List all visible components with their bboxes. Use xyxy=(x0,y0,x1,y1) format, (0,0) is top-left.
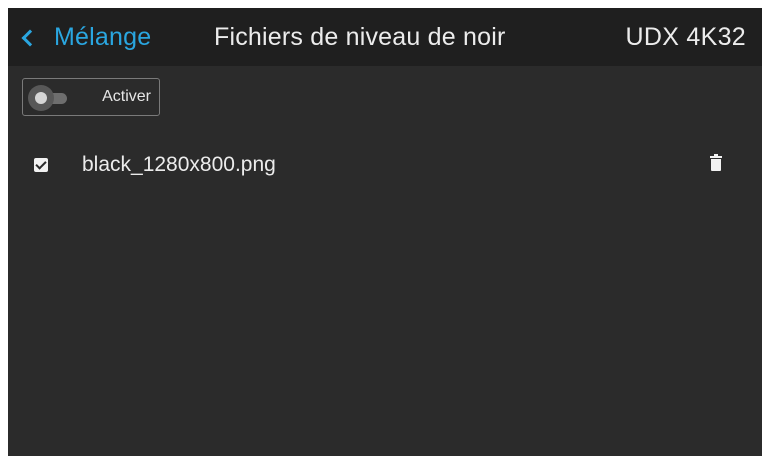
black-level-files-screen: Mélange Fichiers de niveau de noir UDX 4… xyxy=(8,8,762,456)
device-name: UDX 4K32 xyxy=(625,23,746,51)
enable-toggle-button[interactable]: Activer xyxy=(22,78,160,116)
header-bar: Mélange Fichiers de niveau de noir UDX 4… xyxy=(8,8,762,66)
toggle-label: Activer xyxy=(102,88,151,105)
file-list-item: black_1280x800.png xyxy=(8,144,762,186)
delete-file-button[interactable] xyxy=(706,154,726,176)
toggle-switch-knob xyxy=(28,85,54,111)
back-button[interactable]: Mélange xyxy=(21,8,152,66)
chevron-left-icon xyxy=(21,29,39,46)
file-name: black_1280x800.png xyxy=(82,153,276,176)
checkbox-checked-icon[interactable] xyxy=(34,158,48,172)
back-label: Mélange xyxy=(54,22,152,51)
trash-icon xyxy=(710,154,722,172)
page-title: Fichiers de niveau de noir xyxy=(214,23,506,51)
